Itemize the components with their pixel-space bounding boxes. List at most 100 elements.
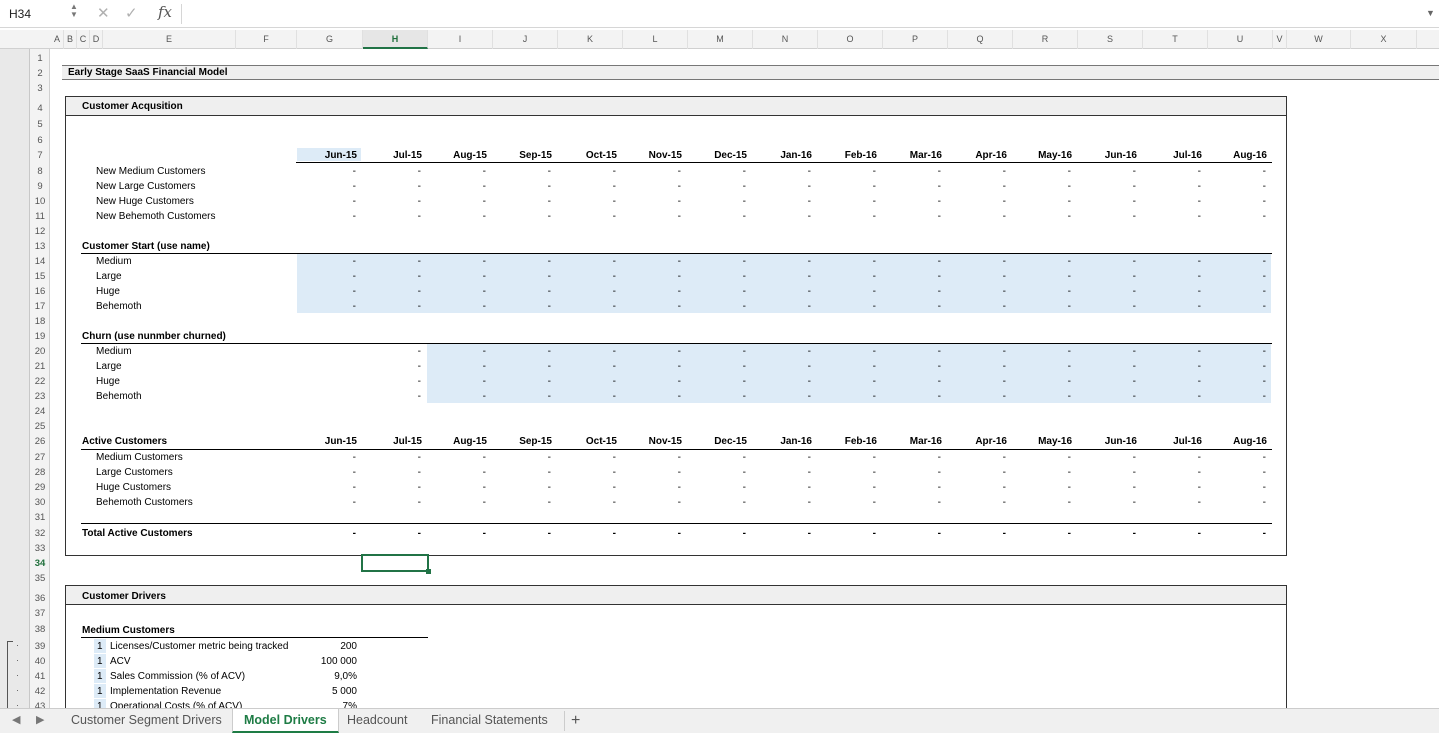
new-customer-value[interactable]: - — [596, 210, 616, 223]
customer-start-value[interactable]: - — [726, 270, 746, 283]
column-header[interactable]: G — [297, 30, 363, 49]
new-customer-value[interactable]: - — [531, 195, 551, 208]
churn-value[interactable]: - — [466, 360, 486, 373]
new-customer-value[interactable]: - — [791, 165, 811, 178]
customer-start-value[interactable]: - — [596, 270, 616, 283]
total-active-value[interactable]: - — [1116, 527, 1136, 540]
active-customer-value[interactable]: - — [1181, 496, 1201, 509]
total-active-value[interactable]: - — [921, 527, 941, 540]
customer-start-value[interactable]: - — [791, 270, 811, 283]
churn-value[interactable]: - — [921, 360, 941, 373]
customer-start-value[interactable]: - — [1181, 255, 1201, 268]
churn-value[interactable]: - — [661, 360, 681, 373]
add-sheet-button[interactable]: + — [560, 709, 591, 733]
customer-start-value[interactable]: - — [1246, 300, 1266, 313]
churn-value[interactable]: - — [1116, 390, 1136, 403]
churn-value[interactable]: - — [1116, 375, 1136, 388]
active-customer-value[interactable]: - — [401, 466, 421, 479]
active-customer-value[interactable]: - — [466, 481, 486, 494]
column-header[interactable]: U — [1208, 30, 1273, 49]
active-customer-value[interactable]: - — [791, 481, 811, 494]
new-customer-value[interactable]: - — [596, 165, 616, 178]
row-header[interactable]: 38 — [30, 622, 49, 637]
new-customer-value[interactable]: - — [466, 195, 486, 208]
active-customer-value[interactable]: - — [466, 466, 486, 479]
churn-value[interactable]: - — [401, 345, 421, 358]
column-header[interactable]: A — [51, 30, 64, 49]
customer-start-value[interactable]: - — [986, 255, 1006, 268]
churn-value[interactable]: - — [596, 375, 616, 388]
churn-value[interactable]: - — [661, 375, 681, 388]
new-customer-value[interactable]: - — [921, 195, 941, 208]
new-customer-value[interactable]: - — [531, 180, 551, 193]
churn-value[interactable]: - — [791, 390, 811, 403]
new-customer-value[interactable]: - — [921, 180, 941, 193]
churn-value[interactable]: - — [726, 390, 746, 403]
customer-start-value[interactable]: - — [661, 285, 681, 298]
active-customer-value[interactable]: - — [921, 451, 941, 464]
customer-start-value[interactable]: - — [596, 255, 616, 268]
column-header[interactable]: N — [753, 30, 818, 49]
row-header[interactable]: 15 — [30, 269, 49, 284]
customer-start-value[interactable]: - — [661, 300, 681, 313]
churn-value[interactable]: - — [1051, 345, 1071, 358]
customer-start-value[interactable]: - — [531, 285, 551, 298]
active-customer-value[interactable]: - — [1181, 466, 1201, 479]
row-header[interactable]: 23 — [30, 389, 49, 404]
active-customer-value[interactable]: - — [531, 466, 551, 479]
churn-value[interactable]: - — [791, 360, 811, 373]
active-customer-value[interactable]: - — [986, 496, 1006, 509]
customer-start-value[interactable]: - — [336, 255, 356, 268]
active-customer-value[interactable]: - — [1116, 481, 1136, 494]
customer-start-value[interactable]: - — [1051, 285, 1071, 298]
active-customer-value[interactable]: - — [856, 496, 876, 509]
customer-start-value[interactable]: - — [661, 255, 681, 268]
column-header[interactable]: Q — [948, 30, 1013, 49]
active-customer-value[interactable]: - — [1051, 466, 1071, 479]
driver-value[interactable]: 5 000 — [296, 685, 357, 698]
column-header[interactable]: L — [623, 30, 688, 49]
active-customer-value[interactable]: - — [1181, 481, 1201, 494]
new-customer-value[interactable]: - — [791, 195, 811, 208]
churn-value[interactable]: - — [1246, 390, 1266, 403]
new-customer-value[interactable]: - — [1181, 180, 1201, 193]
churn-value[interactable]: - — [726, 375, 746, 388]
active-customer-value[interactable]: - — [1051, 481, 1071, 494]
active-customer-value[interactable]: - — [661, 481, 681, 494]
row-header[interactable]: 34 — [30, 556, 49, 571]
churn-value[interactable]: - — [1246, 360, 1266, 373]
customer-start-value[interactable]: - — [791, 285, 811, 298]
active-customer-value[interactable]: - — [336, 466, 356, 479]
churn-value[interactable]: - — [661, 390, 681, 403]
new-customer-value[interactable]: - — [791, 210, 811, 223]
row-header[interactable]: 3 — [30, 81, 49, 96]
active-customer-value[interactable]: - — [921, 466, 941, 479]
new-customer-value[interactable]: - — [336, 195, 356, 208]
new-customer-value[interactable]: - — [1246, 180, 1266, 193]
total-active-value[interactable]: - — [531, 527, 551, 540]
tab-financial-statements[interactable]: Financial Statements — [420, 709, 559, 733]
driver-value[interactable]: 100 000 — [296, 655, 357, 668]
active-customer-value[interactable]: - — [1246, 451, 1266, 464]
new-customer-value[interactable]: - — [401, 210, 421, 223]
customer-start-value[interactable]: - — [726, 255, 746, 268]
active-customer-value[interactable]: - — [726, 451, 746, 464]
driver-value[interactable]: 9,0% — [296, 670, 357, 683]
customer-start-value[interactable]: - — [401, 270, 421, 283]
customer-start-value[interactable]: - — [1246, 270, 1266, 283]
churn-value[interactable]: - — [596, 390, 616, 403]
new-customer-value[interactable]: - — [661, 165, 681, 178]
total-active-value[interactable]: - — [856, 527, 876, 540]
function-icon[interactable]: fx — [158, 3, 172, 21]
active-customer-value[interactable]: - — [1246, 466, 1266, 479]
active-customer-value[interactable]: - — [1181, 451, 1201, 464]
churn-value[interactable]: - — [1181, 390, 1201, 403]
row-header[interactable]: 43 — [30, 699, 49, 708]
new-customer-value[interactable]: - — [466, 180, 486, 193]
active-customer-value[interactable]: - — [401, 451, 421, 464]
new-customer-value[interactable]: - — [1051, 195, 1071, 208]
row-header[interactable]: 25 — [30, 419, 49, 434]
customer-start-value[interactable]: - — [856, 285, 876, 298]
churn-value[interactable]: - — [531, 360, 551, 373]
customer-start-value[interactable]: - — [1246, 285, 1266, 298]
